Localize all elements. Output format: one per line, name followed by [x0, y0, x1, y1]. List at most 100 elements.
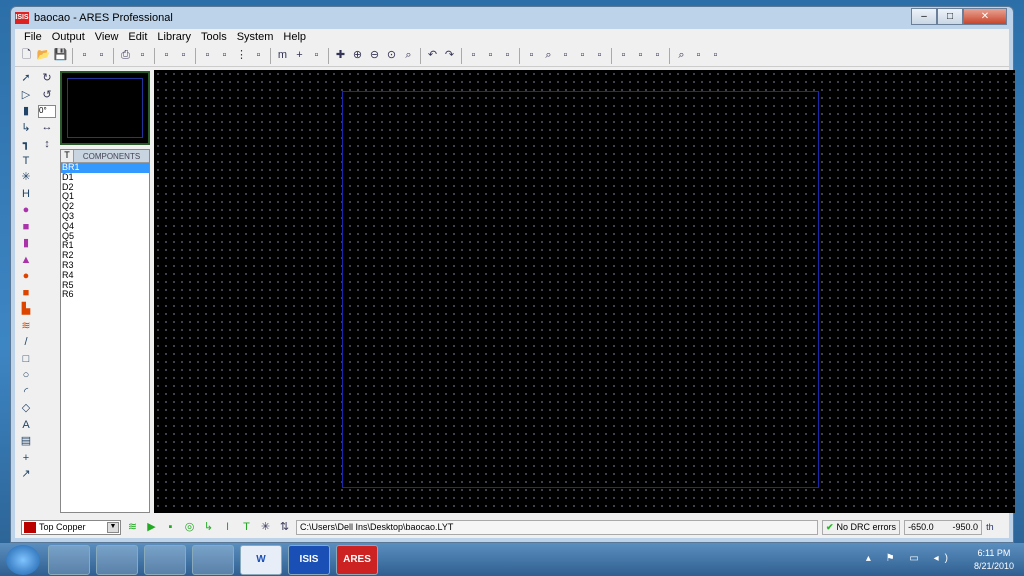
pan-icon[interactable]: ✚ [333, 48, 348, 63]
import-icon[interactable]: ▫ [77, 48, 92, 63]
symbol-icon[interactable]: ▤ [19, 434, 34, 450]
arc-icon[interactable]: ◜ [19, 385, 34, 401]
package-icon[interactable]: ▮ [19, 104, 34, 120]
cut-icon[interactable]: ▫ [466, 48, 481, 63]
taskbar-app-2[interactable] [144, 544, 186, 575]
dil-pad-icon[interactable]: ▮ [19, 236, 34, 252]
round-pad-icon[interactable]: ● [19, 203, 34, 219]
print-icon[interactable]: ⎙ [118, 48, 133, 63]
autoplace-icon[interactable]: ▫ [691, 48, 706, 63]
menu-library[interactable]: Library [152, 31, 196, 43]
maximize-button[interactable]: □ [937, 8, 963, 25]
pcb-canvas[interactable] [154, 70, 1015, 513]
marker-icon[interactable]: + [19, 451, 34, 467]
path-icon[interactable]: ◇ [19, 401, 34, 417]
export-icon[interactable]: ▫ [94, 48, 109, 63]
coord-icon[interactable]: ▫ [309, 48, 324, 63]
text-icon[interactable]: A [19, 418, 34, 434]
component-list-item[interactable]: Q3 [61, 211, 149, 222]
padstack-icon[interactable]: ≋ [19, 319, 34, 335]
menu-edit[interactable]: Edit [123, 31, 152, 43]
component-list-item[interactable]: BR1 [61, 162, 149, 173]
menu-file[interactable]: File [19, 31, 47, 43]
units[interactable]: th [986, 522, 994, 532]
new-icon[interactable]: 🗋 [19, 48, 34, 63]
mirror-x-icon[interactable]: ↔ [40, 120, 55, 135]
open-icon[interactable]: 📂 [36, 48, 51, 63]
measure-icon[interactable]: I [220, 520, 235, 535]
circle-pad-icon[interactable]: ● [19, 269, 34, 285]
component-icon[interactable]: ▷ [19, 88, 34, 104]
find-icon[interactable]: ⌕ [541, 48, 556, 63]
rotate-clockwise-icon[interactable]: ↻ [40, 71, 55, 86]
paste-icon[interactable]: ▫ [500, 48, 515, 63]
component-list-item[interactable]: R1 [61, 241, 149, 251]
rotate-anticlockwise-icon[interactable]: ↺ [40, 88, 55, 103]
component-list-item[interactable]: Q4 [61, 221, 149, 232]
circle-icon[interactable]: ○ [19, 368, 34, 384]
layer-selector[interactable]: Top Copper ▼ [21, 519, 121, 535]
toggle-tab[interactable]: T [61, 150, 74, 162]
grid-icon[interactable]: ⋮ [234, 48, 249, 63]
zoom-all-icon[interactable]: ⊙ [384, 48, 399, 63]
design-rule-icon[interactable]: ▫ [217, 48, 232, 63]
component-list-item[interactable]: R2 [61, 250, 149, 261]
connectivity-icon[interactable]: H [19, 187, 34, 203]
box-icon[interactable]: □ [19, 352, 34, 368]
ratsnest-icon[interactable]: ✳ [19, 170, 34, 186]
taskbar-app-0[interactable] [48, 544, 90, 575]
pick-icon[interactable]: ▫ [633, 48, 648, 63]
zoom-area-icon[interactable]: ⌕ [401, 48, 416, 63]
mirror-y-icon[interactable]: ↕ [40, 137, 55, 152]
rotation-input[interactable]: 0° [38, 105, 56, 118]
netlist-icon[interactable]: ▫ [159, 48, 174, 63]
redo-icon[interactable]: ↷ [442, 48, 457, 63]
overview-window[interactable] [60, 71, 150, 145]
undo-icon[interactable]: ↶ [425, 48, 440, 63]
component-list-item[interactable]: Q5 [61, 231, 149, 242]
ratsnest-icon[interactable]: ✳ [258, 520, 273, 535]
layers-icon[interactable]: ≋ [125, 520, 140, 535]
block-copy-icon[interactable]: ▫ [558, 48, 573, 63]
search-icon[interactable]: ⌕ [674, 48, 689, 63]
zone-icon[interactable]: T [19, 154, 34, 170]
connectivity-icon[interactable]: ⇅ [277, 520, 292, 535]
block-move-icon[interactable]: ▫ [575, 48, 590, 63]
component-list-item[interactable]: Q2 [61, 201, 149, 212]
line-icon[interactable]: / [19, 335, 34, 351]
component-list-item[interactable]: R5 [61, 280, 149, 291]
menu-help[interactable]: Help [278, 31, 311, 43]
origin-icon[interactable]: + [292, 48, 307, 63]
place-via-icon[interactable]: ◎ [182, 520, 197, 535]
copy-icon[interactable]: ▫ [483, 48, 498, 63]
print-preview-icon[interactable]: ▫ [135, 48, 150, 63]
tag-icon[interactable]: ▫ [524, 48, 539, 63]
taskbar-app-1[interactable] [96, 544, 138, 575]
polygon-pad-icon[interactable]: ▙ [19, 302, 34, 318]
edge-pad-icon[interactable]: ▲ [19, 253, 34, 269]
track-icon[interactable]: ↳ [201, 520, 216, 535]
track-icon[interactable]: ↳ [19, 121, 34, 137]
zoom-in-icon[interactable]: ⊕ [350, 48, 365, 63]
start-button[interactable] [6, 544, 40, 575]
component-list-item[interactable]: R6 [61, 290, 149, 300]
place-component-icon[interactable]: ▶ [144, 520, 159, 535]
taskbar-app-4[interactable]: W [240, 544, 282, 575]
component-list-item[interactable]: R4 [61, 270, 149, 281]
select-icon[interactable]: ➚ [19, 71, 34, 87]
block-delete-icon[interactable]: ▫ [616, 48, 631, 63]
package-icon[interactable]: ▫ [650, 48, 665, 63]
refresh-icon[interactable]: ▫ [200, 48, 215, 63]
tray-icons[interactable]: ▴ ⚑ ▭ ◂) [866, 553, 954, 564]
via-icon[interactable]: ┓ [19, 137, 34, 153]
save-icon[interactable]: 💾 [53, 48, 68, 63]
component-list-item[interactable]: D1 [61, 172, 149, 183]
block-rotate-icon[interactable]: ▫ [592, 48, 607, 63]
menu-view[interactable]: View [90, 31, 124, 43]
dimension-icon[interactable]: ↗ [19, 467, 34, 483]
3d-view-icon[interactable]: ▫ [176, 48, 191, 63]
place-pad-icon[interactable]: ▪ [163, 520, 178, 535]
minimize-button[interactable]: – [911, 8, 937, 25]
clock[interactable]: 6:11 PM 8/21/2010 [974, 547, 1014, 573]
autoroute-icon[interactable]: ▫ [708, 48, 723, 63]
